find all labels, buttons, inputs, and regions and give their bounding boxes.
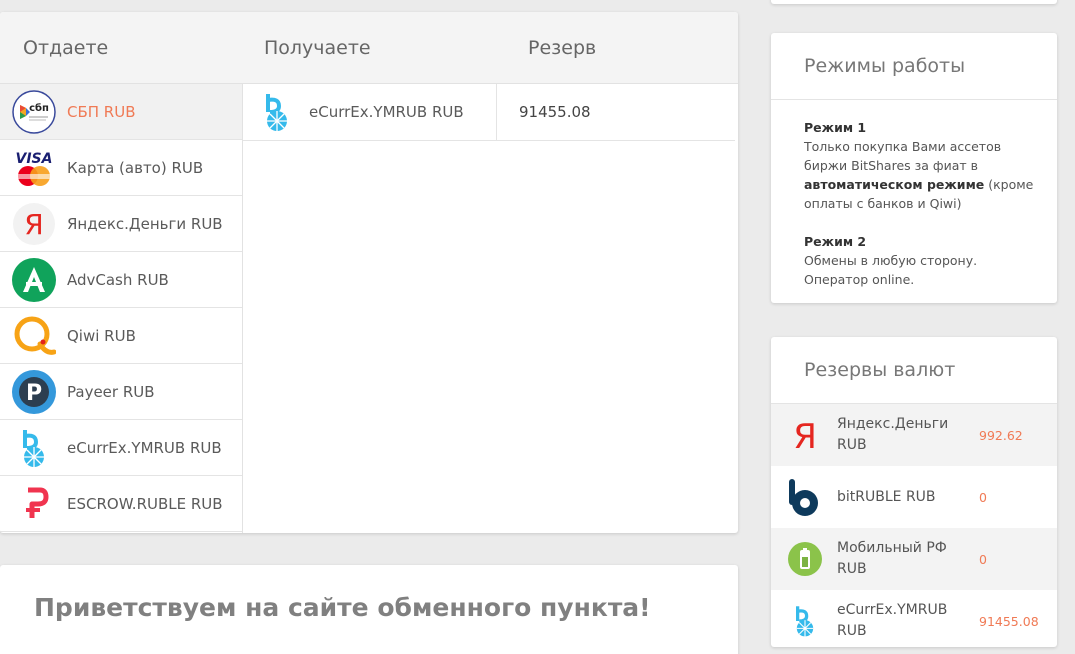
give-item-label: Payeer RUB [67,382,155,401]
reserve-amount: 0 [979,551,987,567]
give-item-advcash[interactable]: AdvCash RUB [0,252,242,308]
sbp-icon: сбп [12,89,56,134]
give-item-label: Яндекс.Деньги RUB [67,214,223,233]
reserve-amount: 0 [979,489,987,505]
work-modes-title: Режимы работы [771,33,1057,100]
bitshares-icon [787,601,823,641]
reserve-row[interactable]: Я Яндекс.Деньги RUB 992.62 [771,404,1057,466]
reserve-name: bitRUBLE RUB [837,488,936,505]
reserve-name: Яндекс.Деньги RUB [837,416,949,453]
give-currency-list: сбп СБП RUB VISA Карта (авто) RUB Я Янде… [0,84,243,533]
reserve-name: eCurrEx.YMRUB RUB [837,602,948,639]
bitruble-icon [787,477,823,517]
give-column-header: Отдаете [23,37,109,59]
mode1-text: Только покупка Вами ассетов биржи BitSha… [804,139,1034,211]
payeer-icon: P [12,369,56,414]
give-item-label: Карта (авто) RUB [67,158,204,177]
welcome-title: Приветствуем на сайте обменного пункта! [34,593,651,622]
give-item-label: СБП RUB [67,102,136,121]
give-item-label: Qiwi RUB [67,326,136,345]
give-item-label: AdvCash RUB [67,270,169,289]
qiwi-icon [12,314,56,358]
mobile-battery-icon [787,539,823,579]
svg-text:VISA: VISA [16,151,53,167]
give-item-label: eCurrEx.YMRUB RUB [67,438,222,457]
currency-reserves-card: Резервы валют Я Яндекс.Деньги RUB 992.62… [771,337,1057,647]
give-item-qiwi[interactable]: Qiwi RUB [0,308,242,364]
currency-reserves-title: Резервы валют [771,337,1057,404]
escrow-icon [12,482,56,526]
reserve-amount: 91455.08 [979,613,1039,629]
mode2-text: Обмены в любую сторону. Оператор online. [804,253,978,287]
reserve-row[interactable]: eCurrEx.YMRUB RUB 91455.08 [771,590,1057,647]
reserves-list: Я Яндекс.Деньги RUB 992.62 bitRUBLE RUB … [771,404,1057,647]
svg-text:Я: Я [793,417,817,455]
reserve-row[interactable]: Мобильный РФ RUB 0 [771,528,1057,590]
give-item-sbp[interactable]: сбп СБП RUB [0,84,242,140]
yandex-money-icon: Я [787,415,823,455]
work-modes-card: Режимы работы Режим 1 Только покупка Вам… [771,33,1057,303]
give-item-label: ESCROW.RUBLE RUB [67,494,223,513]
get-item-label: eCurrEx.YMRUB RUB [309,103,464,121]
advcash-icon [12,257,56,302]
get-item-ecurrex[interactable]: eCurrEx.YMRUB RUB 91455.08 [243,84,735,141]
reserve-name: Мобильный РФ RUB [837,540,947,577]
svg-text:P: P [26,381,42,406]
yandex-money-icon: Я [12,202,56,246]
mode1-title: Режим 1 [804,120,867,135]
welcome-card: Приветствуем на сайте обменного пункта! [0,565,738,654]
give-item-card[interactable]: VISA Карта (авто) RUB [0,140,242,196]
mode2-title: Режим 2 [804,234,867,249]
visa-mastercard-icon: VISA [12,146,56,190]
give-item-ecurrex[interactable]: eCurrEx.YMRUB RUB [0,420,242,476]
give-item-payeer[interactable]: P Payeer RUB [0,364,242,420]
reserve-amount: 992.62 [979,427,1023,443]
exchange-table: Отдаете Получаете Резерв сбп СБП RUB VIS… [0,12,738,533]
svg-text:сбп: сбп [29,102,49,114]
reserve-row[interactable]: bitRUBLE RUB 0 [771,466,1057,528]
give-item-escrow[interactable]: ESCROW.RUBLE RUB [0,476,242,532]
give-item-yandex[interactable]: Я Яндекс.Деньги RUB [0,196,242,252]
bitshares-icon [12,426,56,470]
reserve-column-header: Резерв [528,37,597,59]
column-divider [496,84,497,140]
top-card-stub [771,0,1057,4]
get-column-header: Получаете [264,37,371,59]
work-modes-body: Режим 1 Только покупка Вами ассетов бирж… [771,100,1057,289]
svg-text:Я: Я [24,208,43,241]
get-item-reserve: 91455.08 [519,103,591,121]
bitshares-icon [255,90,299,134]
exchange-header: Отдаете Получаете Резерв [0,12,738,84]
